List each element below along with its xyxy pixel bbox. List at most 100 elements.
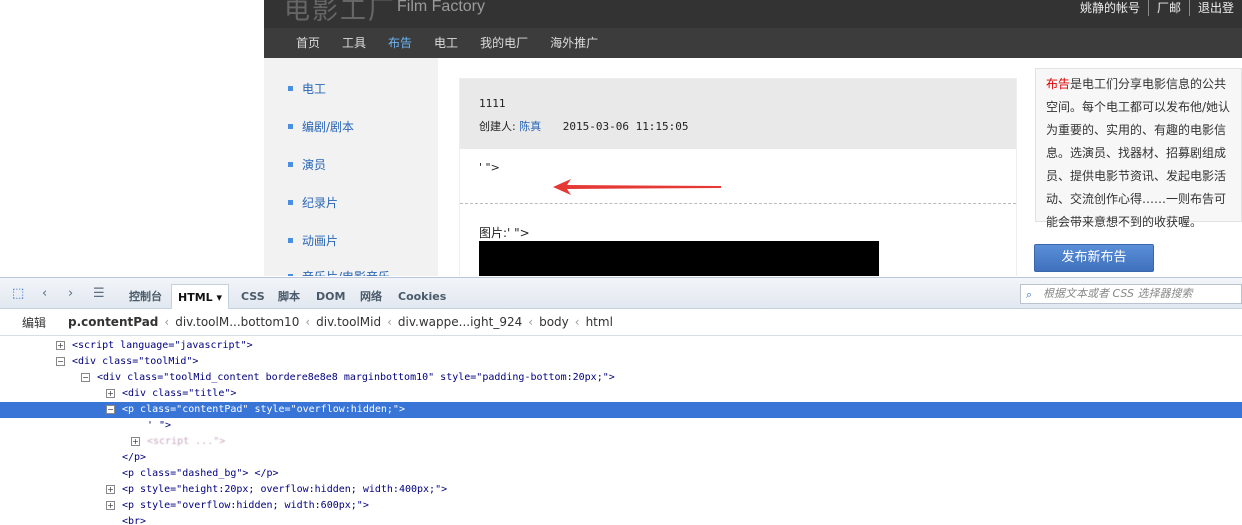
breadcrumb-item[interactable]: html [586,315,613,329]
sidebar-item[interactable]: 编剧/剧本 [288,118,354,135]
post-date: 2015-03-06 11:15:05 [562,120,689,133]
tree-node[interactable]: + <p style="height:20px; overflow:hidden;… [0,482,1242,498]
collapse-icon[interactable]: − [56,357,65,366]
tab-console[interactable]: 控制台 [123,284,168,309]
expand-icon[interactable]: + [131,437,140,446]
sidebar-item-label: 编剧/剧本 [302,120,355,134]
tree-node-text: <p style="height:20px; overflow:hidden; … [122,484,448,495]
nav-item-electricians[interactable]: 电工 [434,28,458,58]
creator-link[interactable]: 陈真 [519,120,541,133]
sidebar-item[interactable]: 音乐片/电影音乐 [288,268,390,276]
forward-icon[interactable]: › [68,286,73,301]
post-body: ' "> [479,161,500,174]
tree-node[interactable]: </p> [0,450,1242,466]
tree-node-text: <div class="title"> [122,388,237,399]
tree-node[interactable]: + <script language="javascript"> [0,338,1242,354]
tree-node-text: </p> [122,452,147,463]
post-meta: 创建人: 陈真 2015-03-06 11:15:05 [479,118,689,134]
tree-node-text: <p class="dashed_bg"> </p> [122,468,279,479]
chevron-left-icon: ‹ [574,315,580,329]
tree-node-text: <br> [122,516,147,525]
bullet-icon [288,124,293,129]
tab-network[interactable]: 网络 [354,284,388,309]
tab-dom[interactable]: DOM [310,284,351,309]
expand-icon[interactable]: + [106,485,115,494]
tree-node-text: ' "> [147,420,172,431]
picture-label: 图片:' "> [479,226,530,240]
post-header: 1111 创建人: 陈真 2015-03-06 11:15:05 [460,79,1016,149]
back-icon[interactable]: ‹ [42,286,47,301]
collapse-icon[interactable]: − [106,405,115,414]
breadcrumb-item[interactable]: body [539,315,569,329]
tab-cookies[interactable]: Cookies [392,284,452,309]
inspect-icon[interactable]: ⬚ [12,286,24,301]
tab-html[interactable]: HTML ▾ [171,284,230,309]
bullet-icon [288,200,293,205]
bullet-icon [288,86,293,91]
breadcrumb-item[interactable]: div.toolM...bottom10 [175,315,299,329]
post-title: 1111 [479,97,506,110]
post-new-notice-button[interactable]: 发布新布告 [1034,244,1154,272]
nav-item-tools[interactable]: 工具 [342,28,366,58]
sidebar-item[interactable]: 动画片 [288,232,338,249]
tree-node-text: <script language="javascript"> [72,340,253,351]
redacted-image [479,241,879,276]
nav-item-overseas[interactable]: 海外推广 [550,28,598,58]
nav-item-notices[interactable]: 布告 [388,28,412,58]
sidebar-item[interactable]: 演员 [288,156,326,173]
collapse-icon[interactable]: − [81,373,90,382]
tree-node[interactable]: − <div class="toolMid_content bordere8e8e… [0,370,1242,386]
site-logo-english: Film Factory [397,0,485,15]
sidebar-item-label: 动画片 [302,234,339,248]
tree-node-text: <p class="contentPad" style="overflow:hi… [122,404,405,415]
tree-node[interactable]: <p class="dashed_bg"> </p> [0,466,1242,482]
mail-link[interactable]: 厂邮 [1147,0,1189,16]
expand-icon[interactable]: + [106,389,115,398]
category-sidebar: 电工 编剧/剧本 演员 纪录片 动画片 音乐片/电影音乐 [264,58,438,276]
dashed-divider [460,203,1016,204]
expand-icon[interactable]: + [106,501,115,510]
tab-script[interactable]: 脚本 [272,284,306,309]
site-header: 电影工厂 Film Factory 姚静的帐号 厂邮 退出登 [264,0,1242,28]
tree-node[interactable]: ' "> [0,418,1242,434]
sidebar-item[interactable]: 纪录片 [288,194,338,211]
breadcrumb-item[interactable]: div.wappe...ight_924 [398,315,522,329]
screen: 电影工厂 Film Factory 姚静的帐号 厂邮 退出登 首页 工具 布告 … [0,0,1242,525]
breadcrumb-item[interactable]: p.contentPad [68,315,158,329]
sidebar-item-label: 音乐片/电影音乐 [302,268,390,276]
bullet-icon [288,274,293,276]
tree-node[interactable]: + <p style="overflow:hidden; width:600px;… [0,498,1242,514]
sidebar-item-label: 电工 [302,82,327,96]
tree-node[interactable]: − <p class="contentPad" style="overflow:h… [0,402,1242,418]
logout-link[interactable]: 退出登 [1188,0,1242,16]
command-line-icon[interactable]: ☰ [93,286,105,301]
notice-info-box: 布告是电工们分享电影信息的公共空间。每个电工都可以发布他/她认为重要的、实用的、… [1035,68,1242,229]
tree-node[interactable]: <br> [0,514,1242,525]
search-input[interactable]: ⌕ 根据文本或者 CSS 选择器搜索 [1020,284,1242,304]
header-links: 姚静的帐号 厂邮 退出登 [1072,0,1242,16]
chevron-left-icon: ‹ [387,315,392,329]
tree-node-text: <div class="toolMid"> [72,356,199,367]
main-nav: 首页 工具 布告 电工 我的电厂 海外推广 [264,28,1242,58]
devtools-toolbar: ⬚ ‹ › ☰ 控制台 HTML ▾ CSS 脚本 DOM 网络 Cookies… [0,278,1242,309]
tree-node[interactable]: + <div class="title"> [0,386,1242,402]
tab-css[interactable]: CSS [235,284,271,309]
expand-icon[interactable]: + [56,341,65,350]
nav-item-home[interactable]: 首页 [296,28,320,58]
breadcrumb-item[interactable]: div.toolMid [316,315,381,329]
site-logo[interactable]: 电影工厂 [284,0,396,27]
sidebar-item-label: 纪录片 [302,196,339,210]
tree-node[interactable]: − <div class="toolMid"> [0,354,1242,370]
sidebar-item[interactable]: 电工 [288,80,326,97]
post-content: 1111 创建人: 陈真 2015-03-06 11:15:05 ' "> 图片… [459,78,1017,276]
tree-node[interactable]: + <script ..."> [0,434,1242,450]
edit-button[interactable]: 编辑 [22,314,46,331]
nav-item-my-factory[interactable]: 我的电厂 [480,28,528,58]
tree-node-text: <script ..."> [147,436,226,447]
notice-keyword: 布告 [1046,77,1071,91]
creator-label: 创建人: [479,120,516,133]
search-icon: ⌕ [1026,288,1033,301]
account-link[interactable]: 姚静的帐号 [1072,0,1148,16]
notice-text: 是电工们分享电影信息的公共空间。每个电工都可以发布他/她认为重要的、实用的、有趣… [1046,77,1231,229]
tree-node-text: <p style="overflow:hidden; width:600px;"… [122,500,369,511]
